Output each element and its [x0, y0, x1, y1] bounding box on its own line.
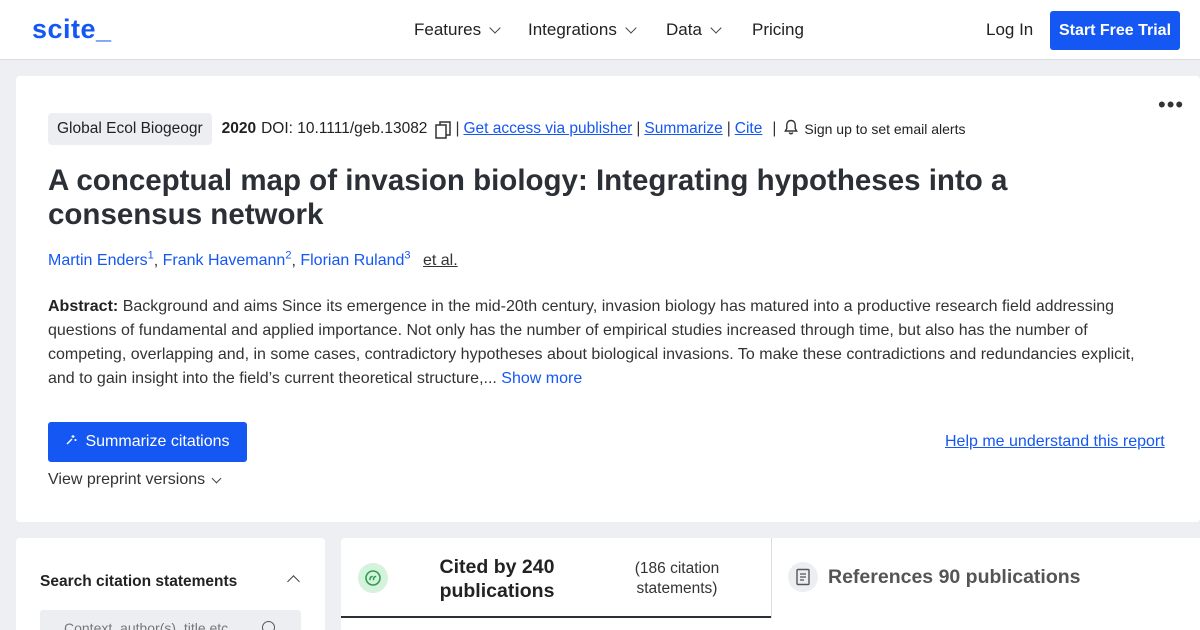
abstract: Abstract: Background and aims Since its … — [48, 295, 1158, 391]
document-icon — [788, 562, 818, 592]
quote-bubble-icon — [358, 563, 388, 593]
tab-references[interactable]: References 90 publications — [828, 566, 1081, 589]
top-navigation-bar: scite_ Features Integrations Data Pricin… — [0, 0, 1200, 60]
preprint-label: View preprint versions — [48, 471, 206, 488]
summarize-citations-button[interactable]: Summarize citations — [48, 422, 247, 462]
et-al-link[interactable]: et al. — [423, 252, 458, 269]
cite-link[interactable]: Cite — [735, 120, 763, 138]
copy-icon[interactable] — [435, 121, 452, 139]
tab-divider — [771, 538, 772, 618]
chevron-down-icon — [710, 22, 722, 34]
journal-badge[interactable]: Global Ecol Biogeogr — [48, 113, 212, 145]
publication-year: 2020 — [221, 120, 257, 137]
chevron-down-icon — [211, 473, 222, 483]
view-preprint-versions[interactable]: View preprint versions — [48, 471, 222, 489]
nav-features[interactable]: Features — [414, 20, 501, 40]
separator: | — [772, 120, 777, 137]
cited-by-count[interactable]: Cited by 240 publications — [418, 555, 576, 603]
help-understand-link[interactable]: Help me understand this report — [945, 433, 1165, 451]
login-link[interactable]: Log In — [986, 20, 1033, 40]
scite-logo[interactable]: scite_ — [32, 14, 112, 45]
nav-data[interactable]: Data — [666, 20, 722, 40]
nav-features-label: Features — [414, 20, 482, 39]
show-more-link[interactable]: Show more — [501, 370, 582, 387]
sparkle-icon — [65, 433, 77, 451]
start-free-trial-button[interactable]: Start Free Trial — [1050, 11, 1180, 50]
author-list: Martin Enders1, Frank Havemann2, Florian… — [48, 250, 458, 270]
nav-integrations[interactable]: Integrations — [528, 20, 637, 40]
chevron-down-icon — [625, 22, 637, 34]
separator: | — [636, 120, 641, 137]
author-link[interactable]: Martin Enders1 — [48, 250, 154, 269]
nav-data-label: Data — [666, 20, 702, 39]
separator: | — [455, 120, 460, 137]
summarize-citations-label: Summarize citations — [85, 433, 230, 450]
separator: | — [726, 120, 731, 137]
author-link[interactable]: Frank Havemann2 — [163, 250, 292, 269]
paper-meta-row: Global Ecol Biogeogr 2020 DOI: 10.1111/g… — [48, 113, 965, 145]
summarize-link[interactable]: Summarize — [644, 120, 722, 138]
get-access-link[interactable]: Get access via publisher — [463, 120, 632, 138]
search-citation-title: Search citation statements — [40, 573, 238, 590]
abstract-label: Abstract: — [48, 298, 119, 315]
citation-statements-count: (186 citation statements) — [634, 560, 720, 597]
abstract-text: Background and aims Since its emergence … — [48, 298, 1135, 387]
bell-icon[interactable] — [784, 119, 799, 140]
nav-pricing[interactable]: Pricing — [752, 20, 804, 40]
paper-title: A conceptual map of invasion biology: In… — [48, 164, 1008, 231]
chevron-down-icon — [489, 22, 501, 34]
more-dots-icon[interactable]: ••• — [1158, 94, 1184, 116]
email-alerts-link[interactable]: Sign up to set email alerts — [804, 121, 965, 137]
nav-integrations-label: Integrations — [528, 20, 617, 39]
nav-pricing-label: Pricing — [752, 20, 804, 39]
search-icon[interactable] — [262, 621, 275, 630]
author-link[interactable]: Florian Ruland3 — [300, 250, 410, 269]
doi-text: DOI: 10.1111/geb.13082 — [261, 120, 428, 137]
